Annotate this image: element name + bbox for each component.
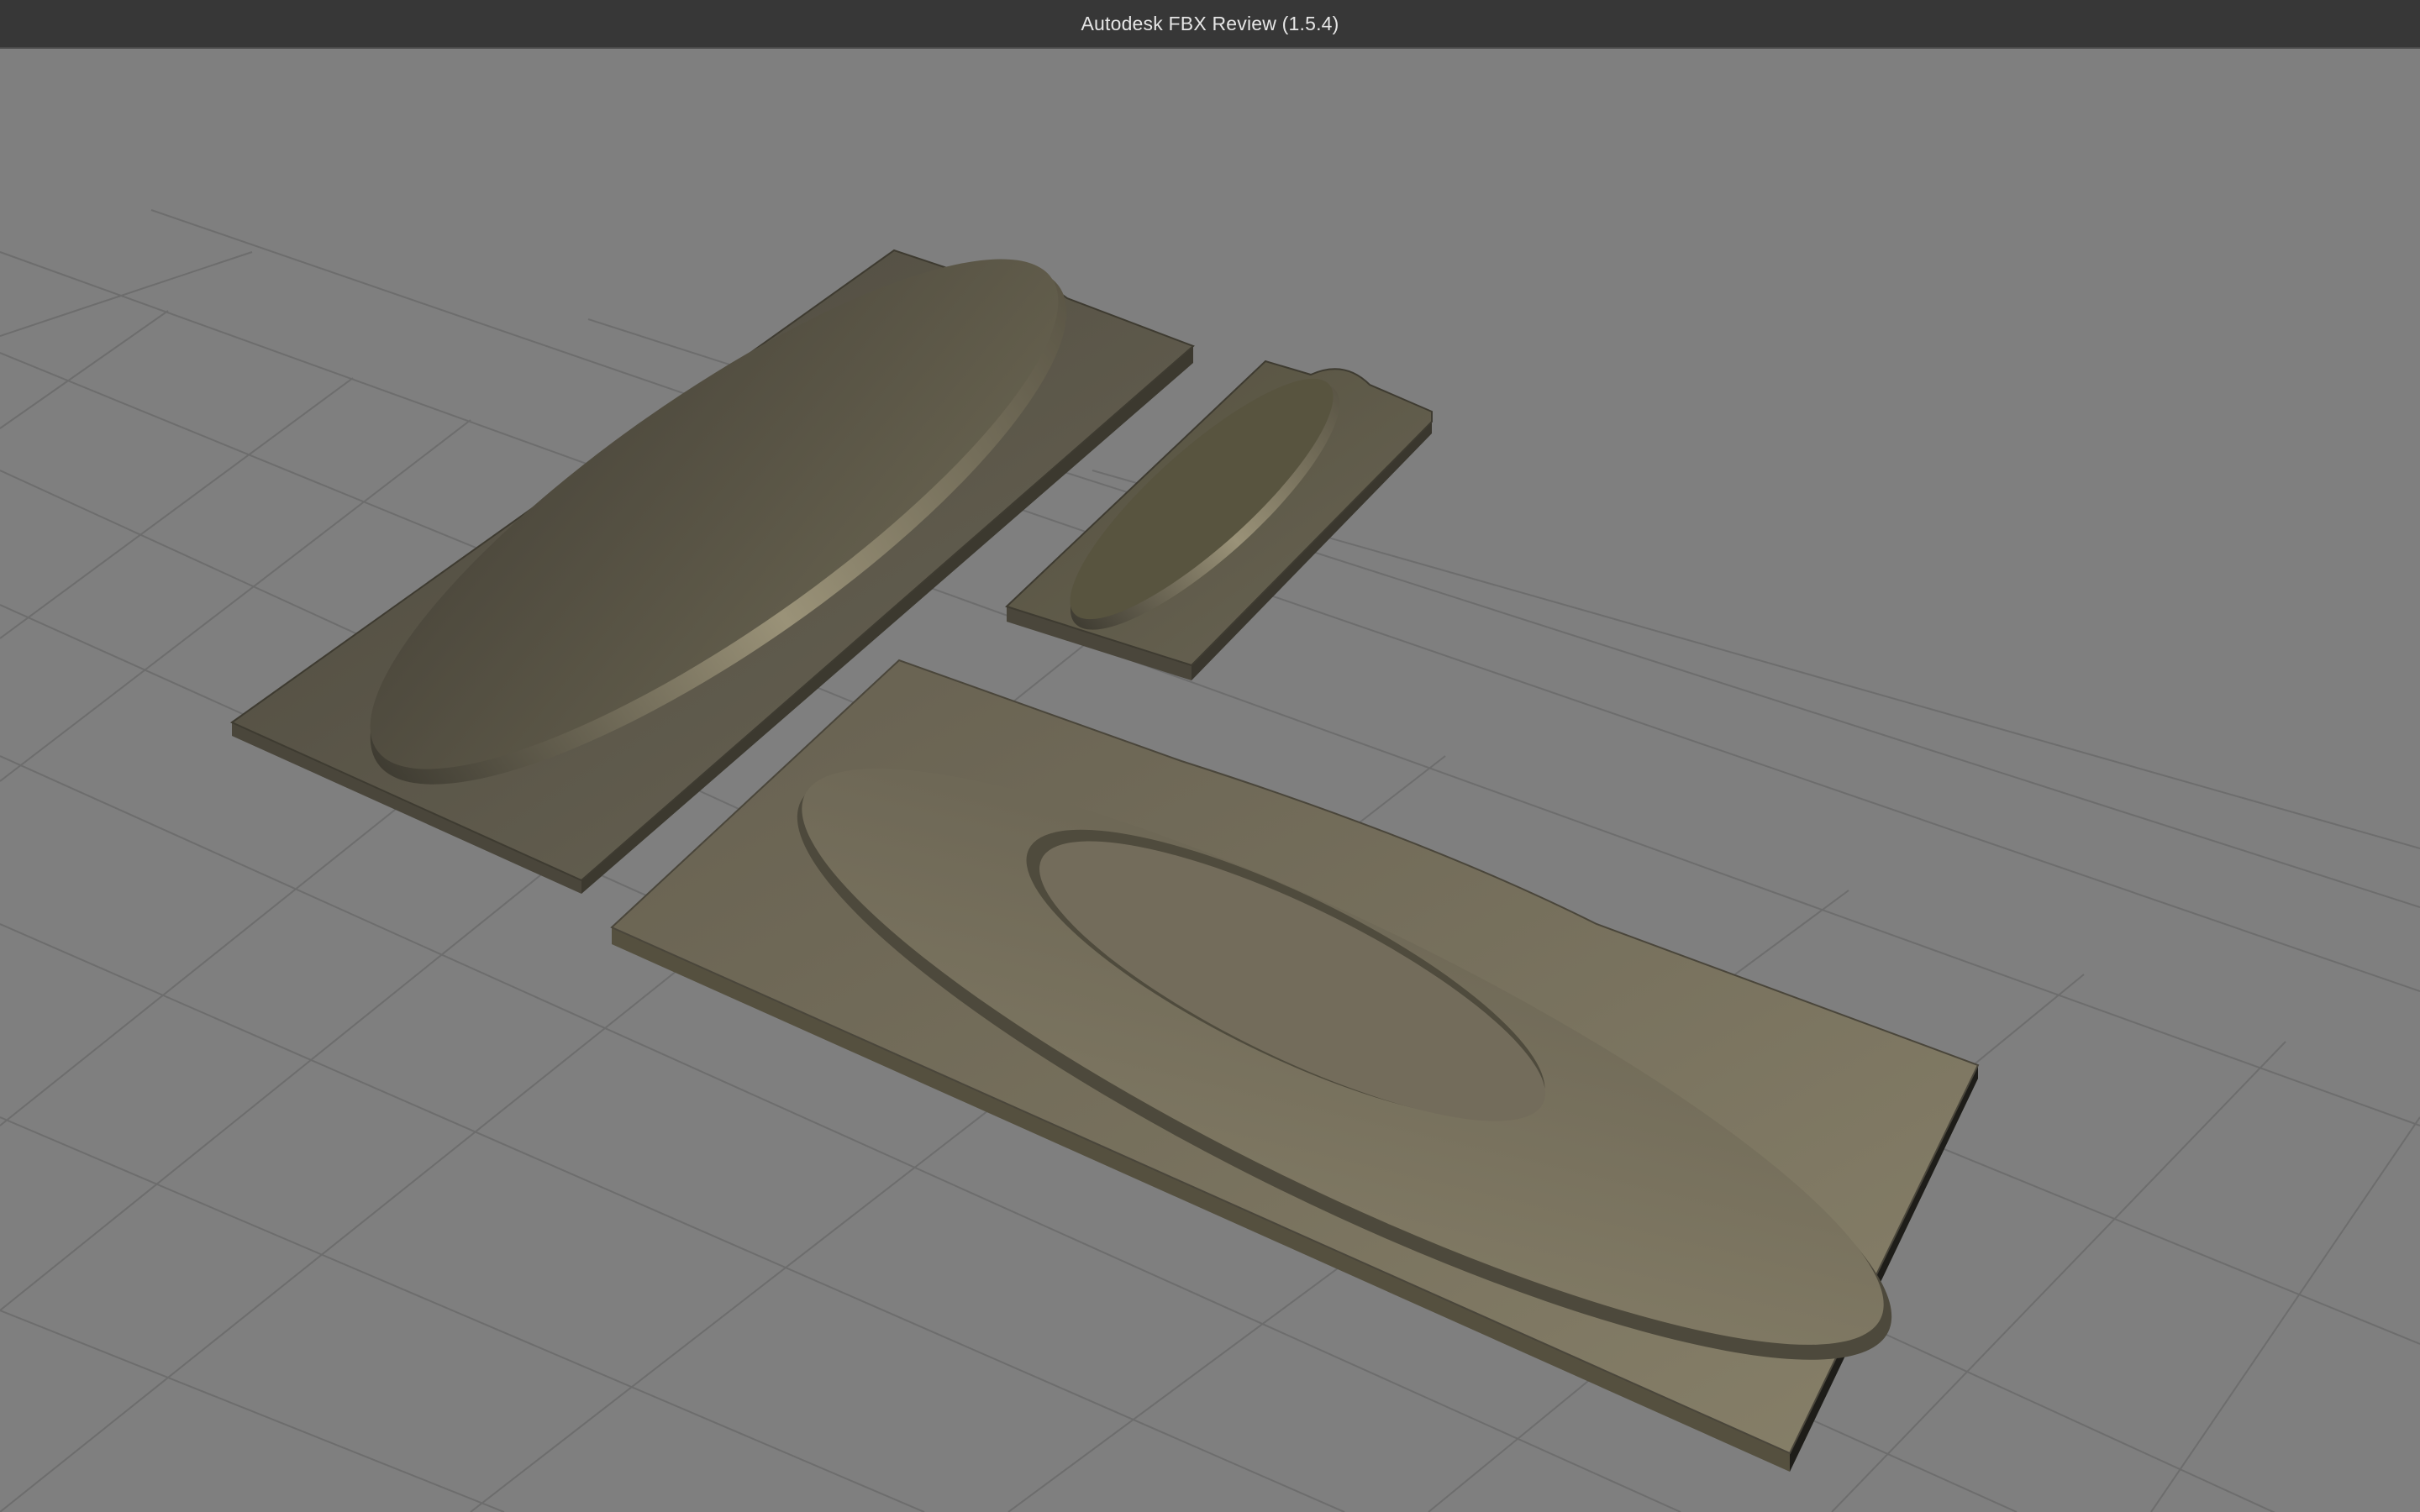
viewport-canvas[interactable] [0, 49, 2420, 1512]
title-bar[interactable]: Autodesk FBX Review (1.5.4) [0, 0, 2420, 49]
app-window: Autodesk FBX Review (1.5.4) [0, 0, 2420, 1512]
model-large-plate-recessed-oval[interactable] [610, 659, 1980, 1472]
window-title: Autodesk FBX Review (1.5.4) [1081, 12, 1339, 34]
3d-viewport[interactable] [0, 49, 2420, 1512]
